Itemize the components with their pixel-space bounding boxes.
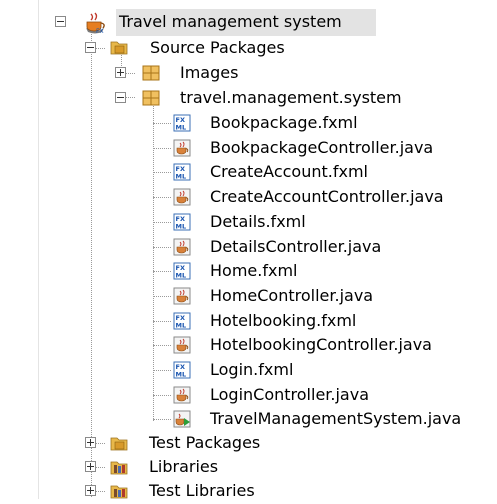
tree-node-label: LoginController.java [210,385,370,404]
package-icon [142,64,160,82]
svg-text:ML: ML [176,173,187,181]
source-folder-icon [110,434,128,452]
tree-line [153,148,171,149]
tree-line [153,321,171,322]
java-file-icon [173,238,191,256]
fxml-file-icon: FX ML [173,163,191,181]
java-file-icon [173,386,191,404]
tree-line [91,30,92,497]
tree-line [153,104,154,421]
fxml-file-icon: FX ML [173,312,191,330]
tree-node-label: TravelManagementSystem.java [210,409,462,428]
tree-line [153,123,171,124]
fxml-file-icon: FX ML [173,262,191,280]
tree-node-label: Test Packages [149,433,261,452]
tree-line [153,419,171,420]
tree-node-label: Test Libraries [149,481,255,500]
project-tree[interactable]: FX Travel management system Source Packa… [0,0,497,500]
java-file-icon [173,336,191,354]
tree-node-label: Bookpackage.fxml [210,113,358,132]
tree-line [153,296,171,297]
tree-node-label: CreateAccount.fxml [210,162,368,181]
java-file-icon [173,139,191,157]
source-folder-icon [110,38,128,56]
fxml-file-icon: FX ML [173,213,191,231]
tree-node-label: Libraries [149,457,219,476]
tree-line [153,222,171,223]
tree-node-label: Login.fxml [210,360,294,379]
tree-node-label: Hotelbooking.fxml [210,311,357,330]
package-icon [142,89,160,107]
tree-node-label: CreateAccountController.java [210,187,444,206]
svg-text:ML: ML [176,272,187,280]
expand-toggle[interactable] [85,461,96,472]
tree-line [153,247,171,248]
svg-text:ML: ML [176,223,187,231]
tree-node-label: DetailsController.java [210,237,382,256]
tree-line [153,395,171,396]
tree-node-label: BookpackageController.java [210,138,434,157]
expand-toggle[interactable] [85,485,96,496]
java-project-icon: FX [83,12,107,35]
tree-line [153,370,171,371]
svg-text:ML: ML [176,124,187,132]
tree-node-label: HomeController.java [210,286,374,305]
tree-node-label: Source Packages [150,38,285,57]
expand-toggle[interactable] [85,437,96,448]
library-folder-icon [110,482,128,500]
library-folder-icon [110,458,128,476]
collapse-toggle[interactable] [55,16,66,27]
java-main-class-icon [173,410,191,428]
tree-line [153,271,171,272]
fxml-file-icon: FX ML [173,361,191,379]
expand-toggle[interactable] [115,67,126,78]
tree-node-label: Home.fxml [210,261,298,280]
tree-line [153,197,171,198]
tree-node-label: HotelbookingController.java [210,335,432,354]
tree-node-label: travel.management.system [180,88,402,107]
java-file-icon [173,188,191,206]
tree-line [153,345,171,346]
fxml-file-icon: FX ML [173,114,191,132]
svg-text:ML: ML [176,322,187,330]
svg-text:FX: FX [96,28,104,34]
tree-node-label: Details.fxml [210,212,306,231]
java-file-icon [173,287,191,305]
tree-node-label: Travel management system [119,12,342,31]
collapse-toggle[interactable] [115,92,126,103]
tree-line [153,172,171,173]
collapse-toggle[interactable] [85,42,96,53]
svg-text:ML: ML [176,371,187,379]
tree-node-label: Images [180,63,239,82]
